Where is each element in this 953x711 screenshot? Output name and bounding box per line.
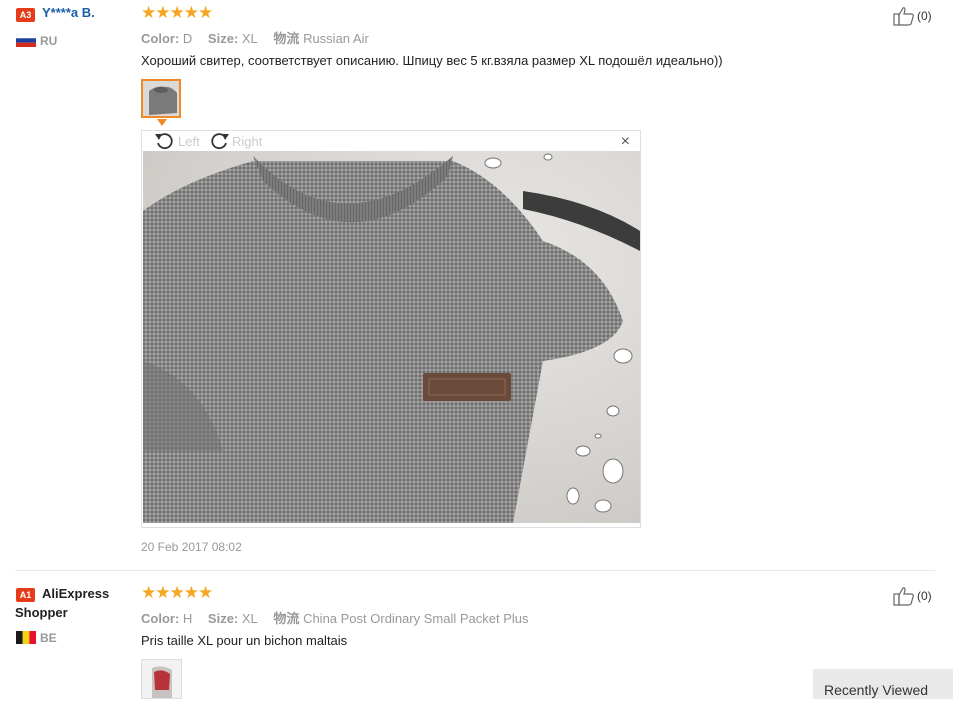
size-label: Size:: [207, 31, 239, 46]
recently-viewed-label: Recently Viewed: [824, 682, 929, 698]
size-value: XL: [241, 31, 258, 46]
review-photo-thumbnail[interactable]: [141, 79, 181, 118]
thumbnail-pointer-icon: [157, 119, 167, 126]
order-attributes: Color: D Size: XL 物流 Russian Air: [141, 28, 381, 47]
sweater-thumbnail-image: [143, 81, 179, 116]
rotate-left-label: Left: [178, 133, 200, 149]
shipping-value: Russian Air: [303, 31, 369, 46]
thumbs-up-icon: [893, 587, 914, 606]
dog-sweater-thumbnail-image: [142, 660, 181, 698]
shipping-label: 物流: [273, 31, 300, 46]
review-text: Хороший свитер, соответствует описанию. …: [141, 53, 723, 68]
rotate-right-icon: [211, 133, 229, 150]
close-viewer-button[interactable]: ×: [621, 133, 630, 151]
order-attributes: Color: H Size: XL 物流 China Post Ordinary…: [141, 608, 541, 627]
thumbs-up-icon: [893, 7, 914, 26]
photo-viewer: Left Right ×: [141, 130, 641, 528]
rotate-left-button[interactable]: Left: [154, 131, 200, 151]
review-divider: [15, 570, 935, 571]
shipping-label: 物流: [273, 611, 300, 626]
sweater-photo-image: [143, 151, 640, 523]
rotate-left-icon: [155, 133, 173, 150]
helpful-button[interactable]: (0): [893, 6, 932, 26]
review-photo-large: [143, 151, 640, 523]
helpful-count: (0): [917, 9, 932, 23]
size-label: Size:: [207, 611, 239, 626]
color-value: D: [182, 31, 193, 46]
rotate-right-label: Right: [232, 133, 263, 149]
shipping-value: China Post Ordinary Small Packet Plus: [303, 611, 529, 626]
color-label: Color:: [141, 611, 180, 626]
buyer-name[interactable]: AliExpress Shopper: [15, 584, 125, 622]
review-text: Pris taille XL pour un bichon maltais: [141, 633, 348, 648]
russia-flag-icon: [16, 34, 36, 47]
rating-stars: ★★★★★: [141, 3, 213, 22]
color-label: Color:: [141, 31, 180, 46]
helpful-button[interactable]: (0): [893, 586, 932, 606]
review-date: 20 Feb 2017 08:02: [141, 540, 242, 554]
rating-stars: ★★★★★: [141, 583, 213, 602]
recently-viewed-tab[interactable]: Recently Viewed: [813, 669, 953, 699]
size-value: XL: [241, 611, 258, 626]
review-photo-thumbnail[interactable]: [141, 659, 182, 699]
helpful-count: (0): [917, 589, 932, 603]
buyer-country: BE: [40, 631, 57, 645]
buyer-name[interactable]: Y****a B.: [42, 5, 95, 20]
buyer-level-badge: A3: [16, 8, 35, 22]
buyer-country: RU: [40, 34, 58, 48]
belgium-flag-icon: [16, 631, 36, 644]
rotate-right-button[interactable]: Right: [208, 131, 262, 151]
color-value: H: [182, 611, 193, 626]
